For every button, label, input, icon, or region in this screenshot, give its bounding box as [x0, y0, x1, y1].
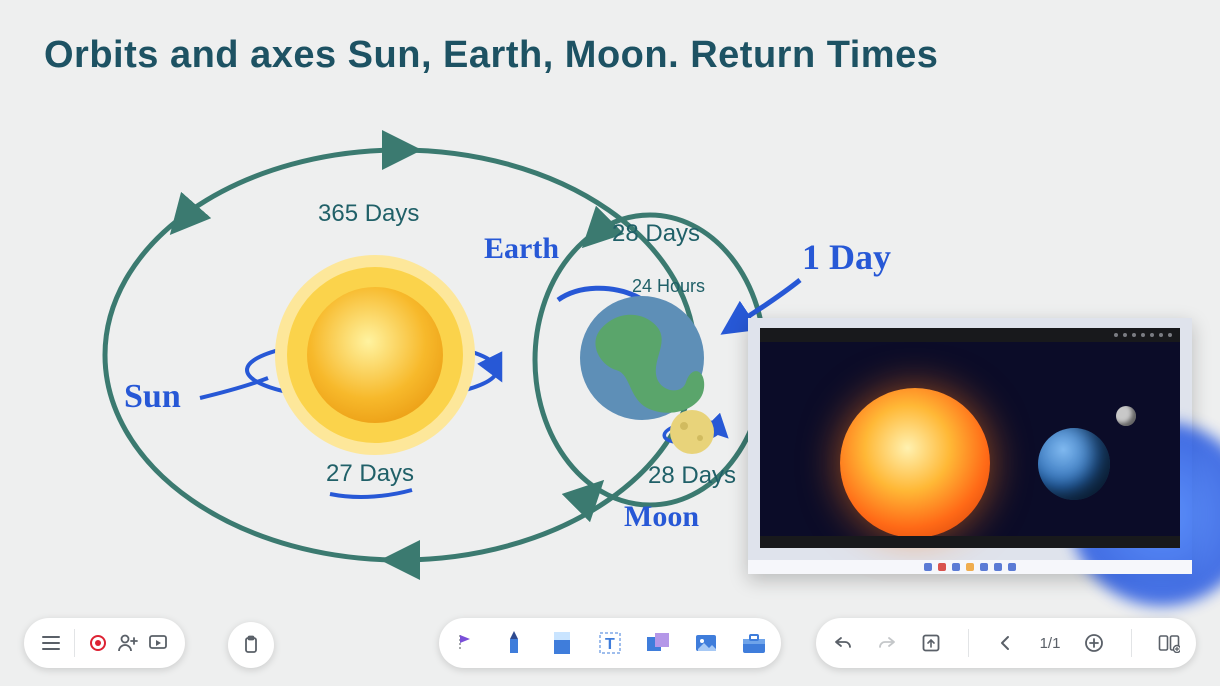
eraser-tool[interactable] [547, 628, 577, 658]
label-28-days-bottom: 28 Days [648, 462, 736, 490]
plus-circle-icon [1084, 633, 1104, 653]
redo-button[interactable] [872, 628, 902, 658]
hamburger-icon [41, 633, 61, 653]
divider [968, 629, 969, 657]
label-365-days: 365 Days [318, 200, 419, 228]
tool-palette: T [439, 618, 781, 668]
label-28-days-top: 28 Days [612, 220, 700, 248]
divider [74, 629, 75, 657]
pen-icon [502, 629, 526, 657]
embedded-window-footer [760, 536, 1180, 548]
text-tool[interactable]: T [595, 628, 625, 658]
embedded-moon-graphic [1116, 406, 1136, 426]
pen-tool[interactable] [499, 628, 529, 658]
chevron-left-icon [997, 634, 1015, 652]
embedded-taskbar [748, 560, 1192, 574]
embedded-sun-graphic [840, 388, 990, 538]
undo-button[interactable] [828, 628, 858, 658]
selection-tool[interactable] [451, 628, 481, 658]
eraser-icon [551, 630, 573, 656]
person-plus-icon [117, 633, 139, 653]
add-participant-button[interactable] [113, 628, 143, 658]
divider [1131, 629, 1132, 657]
add-page-button[interactable] [1079, 628, 1109, 658]
page-indicator: 1/1 [1035, 635, 1065, 652]
fit-page-button[interactable] [916, 628, 946, 658]
page-sorter-icon [1158, 633, 1180, 653]
label-24-hours: 24 Hours [632, 276, 705, 297]
svg-text:T: T [605, 636, 615, 653]
annotation-earth: Earth [484, 232, 559, 266]
embedded-desktop-preview[interactable] [748, 318, 1192, 574]
record-button[interactable] [83, 628, 113, 658]
embedded-app-window [760, 328, 1180, 548]
sticky-note-icon [645, 631, 671, 655]
redo-icon [877, 633, 897, 653]
record-icon [88, 633, 108, 653]
embedded-window-titlebar [760, 328, 1180, 342]
undo-icon [833, 633, 853, 653]
menu-button[interactable] [36, 628, 66, 658]
embedded-earth-graphic [1038, 428, 1110, 500]
present-button[interactable] [143, 628, 173, 658]
label-27-days: 27 Days [326, 460, 414, 488]
annotation-moon: Moon [624, 500, 699, 534]
cursor-flag-icon [454, 631, 478, 655]
fit-page-icon [921, 633, 941, 653]
presentation-icon [148, 633, 168, 653]
clipboard-button[interactable] [228, 622, 274, 668]
sticky-note-tool[interactable] [643, 628, 673, 658]
left-toolbar [24, 618, 185, 668]
clipboard-icon [241, 635, 261, 655]
text-icon: T [598, 631, 622, 655]
prev-page-button[interactable] [991, 628, 1021, 658]
media-tool[interactable] [691, 628, 721, 658]
more-tools[interactable] [739, 628, 769, 658]
page-sorter-button[interactable] [1154, 628, 1184, 658]
image-icon [694, 631, 718, 655]
right-toolbar: 1/1 [816, 618, 1196, 668]
annotation-one-day: 1 Day [802, 236, 891, 278]
annotation-sun: Sun [124, 378, 181, 416]
toolbox-icon [741, 631, 767, 655]
